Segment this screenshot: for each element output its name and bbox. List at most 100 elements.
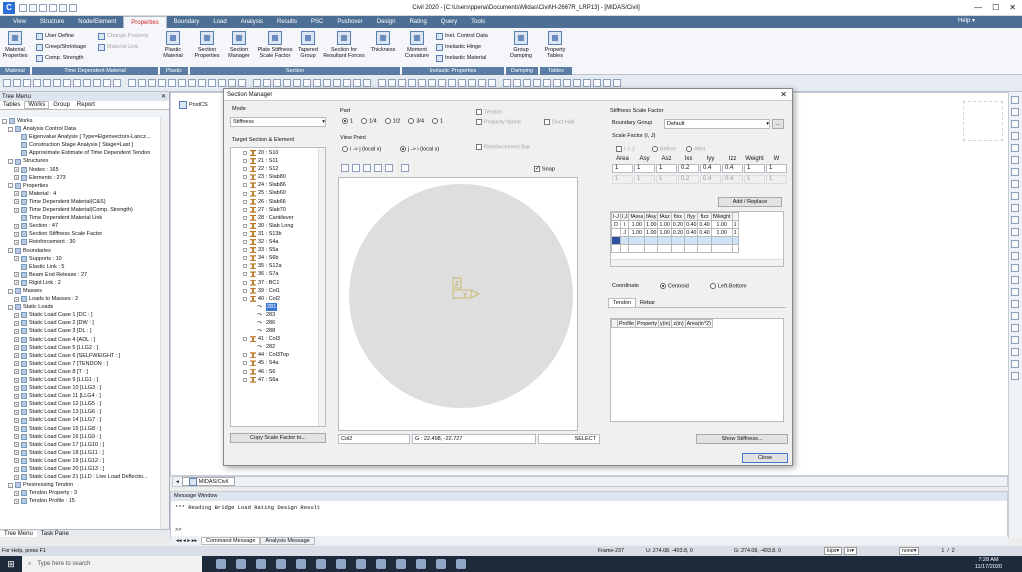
toolbar-tool-icon[interactable]	[138, 79, 146, 87]
toolbar-tool-icon[interactable]	[378, 79, 386, 87]
part-option-1[interactable]: 1/4	[361, 118, 377, 124]
view-cube[interactable]	[963, 101, 1003, 141]
expand-icon[interactable]	[243, 361, 247, 366]
menu-analysis[interactable]: Analysis	[234, 16, 270, 28]
expand-icon[interactable]: +	[14, 369, 19, 375]
grid-elem-cell[interactable]	[611, 228, 621, 237]
section-item[interactable]: 22 : S12	[243, 165, 325, 173]
expand-icon[interactable]: +	[14, 426, 19, 432]
tab-tendon[interactable]: Tendon	[608, 298, 637, 307]
sf-input[interactable]: 0.4	[722, 175, 743, 184]
section-item[interactable]: 20 : S10	[243, 149, 325, 157]
tree-item[interactable]: + Static Load Case 13 [LLG6 : ]	[0, 408, 160, 416]
view-tool-icon[interactable]	[1011, 288, 1019, 296]
expand-icon[interactable]	[243, 337, 247, 342]
section-item[interactable]: 39 : Col1	[243, 287, 325, 295]
maximize-icon[interactable]: ☐	[992, 3, 999, 12]
tree-tab-report[interactable]: Report	[74, 102, 98, 108]
toolbar-tool-icon[interactable]	[563, 79, 571, 87]
view-tool-icon[interactable]	[1011, 324, 1019, 332]
view-tool-icon[interactable]	[1011, 168, 1019, 176]
section-item[interactable]: 45 : S4a	[243, 359, 325, 367]
taskbar-search[interactable]: ⌕ Type here to search	[22, 556, 202, 572]
expand-icon[interactable]: +	[14, 207, 19, 213]
toolbar-tool-icon[interactable]	[513, 79, 521, 87]
toolbar-tool-icon[interactable]	[333, 79, 341, 87]
expand-icon[interactable]: +	[14, 272, 19, 278]
toolbar-tool-icon[interactable]	[388, 79, 396, 87]
tree-item[interactable]: + Static Load Case 11 [LLG4 : ]	[0, 392, 160, 400]
expand-icon[interactable]	[243, 231, 247, 236]
reinforcement-bar-option[interactable]: Reinforcement Bar	[476, 144, 530, 150]
expand-icon[interactable]: +	[14, 458, 19, 464]
toolbar-tool-icon[interactable]	[283, 79, 291, 87]
view-tool-icon[interactable]	[1011, 228, 1019, 236]
tree-item[interactable]: + Section Stiffness Scale Factor	[0, 230, 160, 238]
grid-empty-cell[interactable]	[628, 236, 646, 245]
powershell-icon[interactable]	[356, 559, 366, 569]
grid-empty-cell[interactable]	[619, 236, 630, 245]
menu-psc[interactable]: PSC	[304, 16, 330, 28]
grid-part-cell[interactable]: I	[619, 220, 630, 229]
expand-icon[interactable]	[243, 159, 247, 164]
section-properties-button[interactable]: Section Properties	[192, 31, 222, 59]
toolbar-tool-icon[interactable]	[488, 79, 496, 87]
view-tool-icon[interactable]	[1011, 336, 1019, 344]
grid-value-cell[interactable]: 1.00	[644, 228, 659, 237]
inel-control-button[interactable]: Inel. Control Data	[436, 31, 488, 41]
toolbar-tool-icon[interactable]	[583, 79, 591, 87]
toolbar-tool-icon[interactable]	[63, 79, 71, 87]
element-item[interactable]: ⤳ 286	[243, 319, 325, 327]
msg-tab-nav-icon[interactable]: ◂◂ ◂ ▸ ▸▸	[172, 538, 201, 544]
menu-structure[interactable]: Structure	[33, 16, 71, 28]
expand-icon[interactable]: +	[14, 474, 19, 480]
expand-icon[interactable]	[243, 272, 247, 277]
grid-empty-cell[interactable]	[644, 244, 659, 253]
grid-value-cell[interactable]: 0.40	[684, 228, 699, 237]
tree-item[interactable]: - Structures	[0, 157, 160, 165]
expand-icon[interactable]: +	[14, 409, 19, 415]
tree-item[interactable]: + Time Dependent Material(C&S)	[0, 198, 160, 206]
toolbar-tool-icon[interactable]	[438, 79, 446, 87]
expand-icon[interactable]	[243, 248, 247, 253]
tree-item[interactable]: - Boundaries	[0, 247, 160, 255]
view-tool-icon[interactable]	[1011, 108, 1019, 116]
toolbar-tool-icon[interactable]	[523, 79, 531, 87]
unit-force-select[interactable]: kips ▾	[824, 547, 843, 555]
snap-option[interactable]: Snap	[534, 165, 555, 172]
expand-icon[interactable]	[243, 191, 247, 196]
section-item[interactable]: 21 : S11	[243, 157, 325, 165]
select-icon[interactable]	[341, 164, 349, 172]
menu-results[interactable]: Results	[270, 16, 304, 28]
grid-value-cell[interactable]: 1	[731, 220, 739, 229]
expand-icon[interactable]: +	[14, 280, 19, 286]
sf-input[interactable]: 1	[634, 175, 655, 184]
view-tool-icon[interactable]	[1011, 360, 1019, 368]
tab-midas-civil[interactable]: MIDAS/Civil	[181, 477, 236, 486]
menu-properties[interactable]: Properties	[123, 16, 167, 28]
element-item[interactable]: ⤳ 288	[243, 327, 325, 335]
expand-icon[interactable]: +	[14, 296, 19, 302]
thickness-button[interactable]: Thickness	[368, 31, 398, 53]
expand-icon[interactable]: +	[14, 434, 19, 440]
inelastic-hinge-button[interactable]: Inelastic Hinge	[436, 42, 481, 52]
toolbar-tool-icon[interactable]	[208, 79, 216, 87]
tree-item[interactable]: Approximate Estimate of Time Dependent T…	[0, 149, 160, 157]
tree-item[interactable]: Construction Stage Analysis [ Stage=Last…	[0, 141, 160, 149]
clock[interactable]: 7:28 AM 11/17/2020	[975, 557, 1022, 571]
material-link-button[interactable]: Material Link	[98, 42, 138, 52]
centroid-option[interactable]: Centroid	[660, 283, 689, 289]
toolbar-tool-icon[interactable]	[113, 79, 121, 87]
expand-icon[interactable]: +	[14, 199, 19, 205]
expand-icon[interactable]: +	[14, 337, 19, 343]
open-icon[interactable]	[29, 3, 37, 12]
new-icon[interactable]	[19, 3, 27, 12]
section-item[interactable]: 36 : S7a	[243, 270, 325, 278]
section-manager-button[interactable]: Section Manager	[224, 31, 254, 59]
section-item[interactable]: 32 : S4a	[243, 238, 325, 246]
expand-icon[interactable]	[243, 256, 247, 261]
expand-icon[interactable]: -	[8, 304, 13, 310]
expand-icon[interactable]: +	[14, 312, 19, 318]
expand-icon[interactable]: +	[14, 239, 19, 245]
pin-icon[interactable]: ✕	[161, 93, 169, 100]
